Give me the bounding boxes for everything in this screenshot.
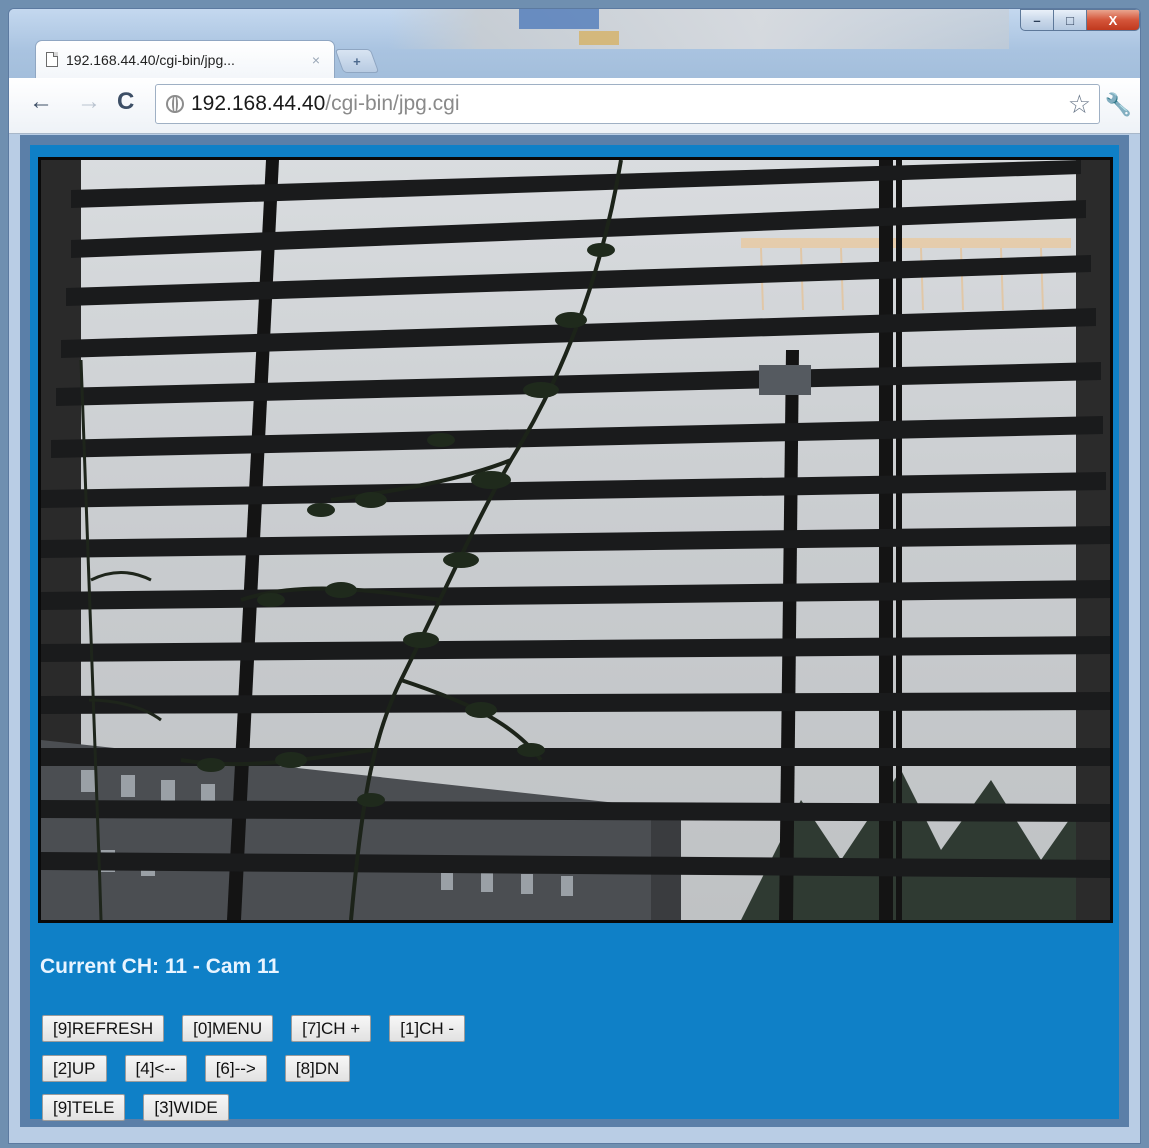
menu-button[interactable]: [0]MENU [182,1015,274,1042]
camera-snapshot [41,160,1110,920]
globe-icon [166,95,184,113]
reload-icon[interactable]: C [117,90,134,114]
url-host: 192.168.44.40 [191,92,326,115]
page-icon [46,52,58,67]
camera-image [38,157,1113,923]
page-viewport: Current CH: 11 - Cam 11 [9]REFRESH [0]ME… [20,135,1129,1129]
maximize-button[interactable]: □ [1053,9,1087,31]
page-content: Current CH: 11 - Cam 11 [9]REFRESH [0]ME… [30,145,1119,1121]
button-row-3: [9]TELE [3]WIDE [42,1094,247,1121]
blur-blob [579,31,619,45]
refresh-button[interactable]: [9]REFRESH [42,1015,165,1042]
channel-down-button[interactable]: [1]CH - [389,1015,466,1042]
back-icon[interactable]: ← [29,90,53,114]
minimize-button[interactable]: – [1020,9,1054,31]
plus-icon: + [353,53,361,69]
pan-down-button[interactable]: [8]DN [284,1055,351,1082]
pan-left-button[interactable]: [4]<-- [124,1055,187,1082]
url-path: /cgi-bin/jpg.cgi [325,92,460,115]
wrench-icon[interactable]: 🔧 [1105,92,1132,118]
pan-up-button[interactable]: [2]UP [42,1055,107,1082]
title-bar: – □ X 192.168.44.40/cgi-bin/jpg... × + [9,9,1140,79]
button-row-2: [2]UP [4]<-- [6]--> [8]DN [42,1055,368,1082]
forward-icon[interactable]: → [77,90,101,114]
tab-title: 192.168.44.40/cgi-bin/jpg... [66,51,235,68]
channel-up-button[interactable]: [7]CH + [291,1015,372,1042]
button-row-1: [9]REFRESH [0]MENU [7]CH + [1]CH - [42,1015,483,1042]
browser-window: – □ X 192.168.44.40/cgi-bin/jpg... × + ←… [8,8,1141,1144]
tab-close-icon[interactable]: × [312,52,320,68]
window-controls: – □ X [1020,9,1140,31]
window-bottom-border [9,1127,1140,1143]
current-channel-label: Current CH: 11 - Cam 11 [40,955,280,978]
browser-tab[interactable]: 192.168.44.40/cgi-bin/jpg... × [35,40,335,78]
zoom-tele-button[interactable]: [9]TELE [42,1094,126,1121]
new-tab-button[interactable]: + [334,49,380,73]
star-icon[interactable]: ☆ [1068,91,1091,117]
address-bar[interactable]: 192.168.44.40 /cgi-bin/jpg.cgi ☆ [155,84,1100,124]
pan-right-button[interactable]: [6]--> [204,1055,267,1082]
zoom-wide-button[interactable]: [3]WIDE [143,1094,229,1121]
browser-toolbar: ← → C 192.168.44.40 /cgi-bin/jpg.cgi ☆ 🔧 [9,78,1140,134]
blur-blob [519,9,599,29]
background-window-blur [389,9,1009,49]
close-window-button[interactable]: X [1086,9,1140,31]
